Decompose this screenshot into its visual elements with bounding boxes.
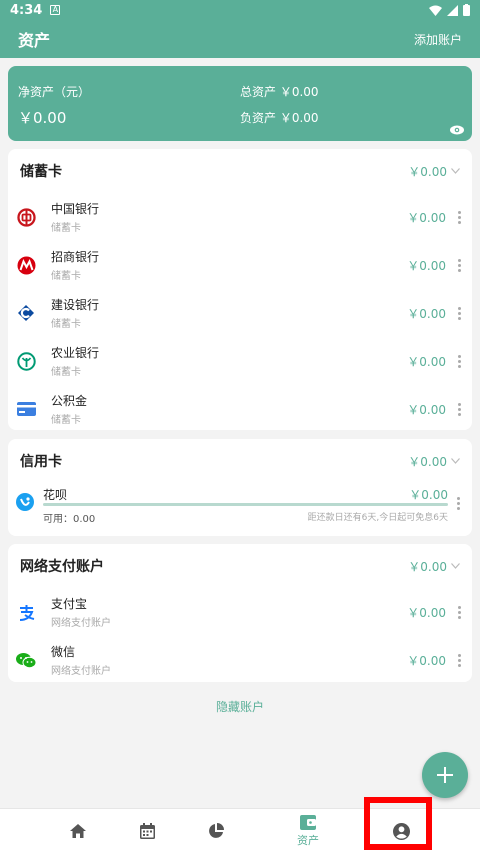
net-assets-value: ￥0.00 <box>18 109 67 127</box>
credit-usage-bar <box>43 503 448 506</box>
list-item-ccb[interactable]: 建设银行 储蓄卡 ￥0.00 <box>8 289 472 337</box>
highlight-box <box>364 797 432 850</box>
nav-assets-label: 资产 <box>297 833 319 847</box>
negative-assets: 负资产 ￥0.00 <box>240 111 319 125</box>
account-balance: ￥0.00 <box>409 488 448 502</box>
list-item-cmb[interactable]: 招商银行 储蓄卡 ￥0.00 <box>8 241 472 289</box>
more-options-icon[interactable] <box>454 210 464 224</box>
account-type: 储蓄卡 <box>51 319 81 330</box>
china-construction-bank-icon <box>16 303 36 323</box>
account-name: 中国银行 <box>51 202 100 216</box>
wallet-icon <box>300 814 316 830</box>
account-type: 储蓄卡 <box>51 271 81 282</box>
credit-card-header[interactable]: 信用卡 ￥0.00 <box>8 439 472 483</box>
account-name: 微信 <box>51 645 76 659</box>
account-name: 公积金 <box>51 394 88 408</box>
chevron-down-icon <box>451 168 460 174</box>
calendar-icon <box>139 823 155 839</box>
account-type: 网络支付账户 <box>51 666 111 677</box>
more-options-icon[interactable] <box>454 605 464 619</box>
account-balance: ￥0.00 <box>407 258 446 273</box>
bank-of-china-icon <box>16 207 36 227</box>
status-time: 4:34 <box>10 2 43 18</box>
list-item-alipay[interactable]: 支付宝 网络支付账户 ￥0.00 <box>8 588 472 636</box>
section-title: 储蓄卡 <box>20 164 62 180</box>
section-amount: ￥0.00 <box>408 164 447 179</box>
list-item-provident-fund[interactable]: 公积金 储蓄卡 ￥0.00 <box>8 385 472 433</box>
page-title: 资产 <box>18 31 51 50</box>
net-assets-label: 净资产（元） <box>18 85 91 99</box>
home-icon <box>70 824 86 838</box>
pie-chart-icon <box>209 823 224 838</box>
nav-assets[interactable]: 资产 <box>288 809 328 853</box>
more-options-icon[interactable] <box>457 497 460 510</box>
account-name: 农业银行 <box>51 346 100 360</box>
account-balance: ￥0.00 <box>407 605 446 620</box>
total-assets: 总资产 ￥0.00 <box>240 85 319 99</box>
online-payment-section: 网络支付账户 ￥0.00 支付宝 网络支付账户 ￥0.00 微信 网络支付账户 … <box>8 544 472 682</box>
account-balance: ￥0.00 <box>407 210 446 225</box>
wechat-icon <box>16 650 36 670</box>
huabei-icon <box>16 493 34 515</box>
signal-icon <box>447 4 458 16</box>
repayment-info: 距还款日还有6天,今日起可免息6天 <box>307 513 448 523</box>
nav-home[interactable] <box>58 809 98 853</box>
list-item-wechat[interactable]: 微信 网络支付账户 ￥0.00 <box>8 636 472 684</box>
account-balance: ￥0.00 <box>407 306 446 321</box>
asset-summary-card: 净资产（元） ￥0.00 总资产 ￥0.00 负资产 ￥0.00 <box>8 66 472 141</box>
section-amount: ￥0.00 <box>408 454 447 469</box>
list-item-abc[interactable]: 农业银行 储蓄卡 ￥0.00 <box>8 337 472 385</box>
more-options-icon[interactable] <box>454 354 464 368</box>
credit-card-section: 信用卡 ￥0.00 花呗 ￥0.00 可用：0.00 距还款日还有6天,今日起可… <box>8 439 472 536</box>
debit-card-header[interactable]: 储蓄卡 ￥0.00 <box>8 149 472 193</box>
online-payment-header[interactable]: 网络支付账户 ￥0.00 <box>8 544 472 588</box>
chevron-down-icon <box>451 458 460 464</box>
alipay-icon <box>16 602 36 622</box>
more-options-icon[interactable] <box>454 402 464 416</box>
app-bar: 资产 添加账户 <box>0 20 480 58</box>
more-options-icon[interactable] <box>454 306 464 320</box>
available-credit: 可用：0.00 <box>43 514 96 525</box>
nav-statistics[interactable] <box>196 809 236 853</box>
account-name: 建设银行 <box>51 298 100 312</box>
more-options-icon[interactable] <box>454 653 464 667</box>
account-type: 储蓄卡 <box>51 223 81 234</box>
eye-icon[interactable] <box>450 125 464 135</box>
chevron-down-icon <box>451 563 460 569</box>
section-title: 网络支付账户 <box>20 559 104 575</box>
account-type: 网络支付账户 <box>51 618 111 629</box>
plus-icon <box>437 767 453 783</box>
account-balance: ￥0.00 <box>407 402 446 417</box>
notification-badge: A <box>50 5 61 15</box>
section-title: 信用卡 <box>20 454 62 470</box>
more-options-icon[interactable] <box>454 258 464 272</box>
debit-card-section: 储蓄卡 ￥0.00 中国银行 储蓄卡 ￥0.00 招商银行 储蓄卡 ￥0.00 <box>8 149 472 430</box>
status-bar: 4:34 A <box>0 0 480 20</box>
wifi-icon <box>429 5 442 16</box>
account-name: 招商银行 <box>51 250 100 264</box>
account-balance: ￥0.00 <box>407 653 446 668</box>
section-amount: ￥0.00 <box>408 559 447 574</box>
hide-accounts-link[interactable]: 隐藏账户 <box>0 698 480 715</box>
account-type: 储蓄卡 <box>51 367 81 378</box>
china-merchants-bank-icon <box>16 255 36 275</box>
add-record-button[interactable] <box>422 752 468 798</box>
account-type: 储蓄卡 <box>51 415 81 426</box>
nav-calendar[interactable] <box>127 809 167 853</box>
account-balance: ￥0.00 <box>407 354 446 369</box>
account-name: 花呗 <box>43 488 68 502</box>
list-item-boc[interactable]: 中国银行 储蓄卡 ￥0.00 <box>8 193 472 241</box>
battery-icon <box>463 4 470 16</box>
agricultural-bank-icon <box>16 351 36 371</box>
add-account-button[interactable]: 添加账户 <box>414 31 462 48</box>
account-name: 支付宝 <box>51 597 88 611</box>
list-item-huabei[interactable]: 花呗 ￥0.00 可用：0.00 距还款日还有6天,今日起可免息6天 <box>8 483 472 533</box>
credit-card-icon <box>16 399 36 419</box>
